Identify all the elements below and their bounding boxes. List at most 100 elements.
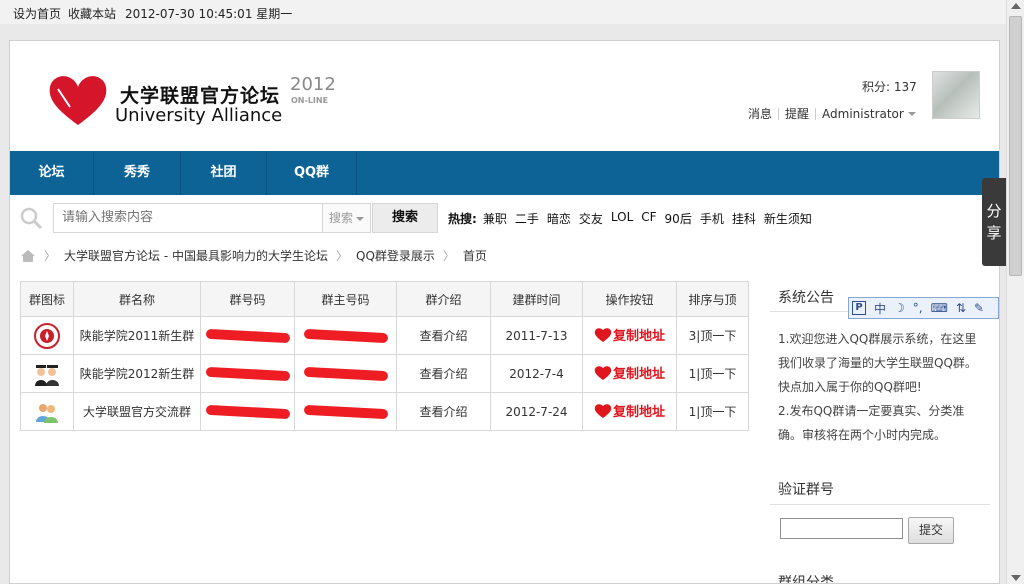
table-header-row: 群图标 群名称 群号码 群主号码 群介绍 建群时间 操作按钮 排序与顶 — [20, 281, 749, 317]
datetime-display: 2012-07-30 10:45:01 星期一 — [125, 7, 293, 21]
heart-icon — [594, 403, 612, 418]
ime-mode-toggle[interactable]: 中 — [874, 300, 886, 317]
redaction-mark — [205, 366, 290, 382]
nav-item-show[interactable]: 秀秀 — [94, 151, 181, 195]
hot-keyword[interactable]: 暗恋 — [547, 210, 571, 227]
breadcrumb-qq-groups[interactable]: QQ群登录展示 — [356, 247, 435, 264]
user-score: 积分: 137 — [862, 80, 917, 94]
messages-link[interactable]: 消息 — [748, 105, 772, 122]
view-intro-link[interactable]: 查看介绍 — [396, 316, 491, 355]
divider — [815, 107, 817, 120]
search-input[interactable] — [62, 210, 322, 225]
heart-icon — [594, 327, 612, 342]
username-menu[interactable]: Administrator — [822, 107, 916, 121]
search-box — [53, 203, 323, 233]
hot-keyword[interactable]: 二手 — [515, 210, 539, 227]
rank-upvote[interactable]: 1|顶一下 — [676, 392, 749, 431]
copy-address-label: 复制地址 — [612, 329, 665, 345]
logo-year: 2012 — [290, 74, 336, 95]
copy-address-label: 复制地址 — [612, 367, 665, 383]
username-label: Administrator — [822, 106, 904, 121]
wrench-icon[interactable]: ✎ — [974, 301, 984, 315]
scrollbar-thumb[interactable] — [1009, 16, 1022, 276]
group-name: 陕能学院2012新生群 — [73, 354, 201, 393]
table-row: 大学联盟官方交流群 查看介绍 2012-7-24 复制地址 1|顶一下 — [20, 392, 749, 431]
copy-address-button[interactable]: 复制地址 — [594, 325, 665, 344]
main-nav: 论坛 秀秀 社团 QQ群 — [10, 151, 999, 195]
group-name: 大学联盟官方交流群 — [73, 392, 201, 431]
verify-title: 验证群号 — [778, 482, 834, 498]
redaction-mark — [303, 404, 388, 420]
hot-search-label: 热搜: — [448, 212, 477, 226]
heart-logo-icon[interactable] — [48, 73, 108, 127]
created-date: 2012-7-24 — [490, 392, 583, 431]
browser-top-bar: 设为首页 收藏本站 2012-07-30 10:45:01 星期一 — [0, 0, 1006, 24]
col-rank: 排序与顶 — [676, 281, 749, 317]
redaction-mark — [205, 328, 290, 344]
copy-address-button[interactable]: 复制地址 — [594, 363, 665, 382]
redaction-mark — [303, 366, 388, 382]
col-owner-number: 群主号码 — [294, 281, 397, 317]
heart-icon — [594, 365, 612, 380]
notice-item: 2.发布QQ群请一定要真实、分类准确。审核将在两个小时内完成。 — [778, 404, 965, 442]
share-tab[interactable]: 分享 — [982, 178, 1006, 266]
nav-item-club[interactable]: 社团 — [181, 151, 267, 195]
split-icon[interactable]: ⇅ — [956, 301, 966, 315]
col-actions: 操作按钮 — [582, 281, 677, 317]
ime-logo-icon[interactable]: P — [852, 301, 866, 315]
keyboard-icon[interactable]: ⌨ — [931, 301, 948, 315]
redaction-mark — [205, 404, 290, 420]
breadcrumb-forum[interactable]: 大学联盟官方论坛 - 中国最具影响力的大学生论坛 — [64, 247, 328, 264]
notice-title: 系统公告 — [778, 290, 834, 306]
logo-online-tag: ON-LINE — [291, 96, 329, 105]
rank-upvote[interactable]: 1|顶一下 — [676, 354, 749, 393]
view-intro-link[interactable]: 查看介绍 — [396, 392, 491, 431]
scroll-up-icon[interactable] — [1011, 3, 1021, 9]
created-date: 2012-7-4 — [490, 354, 583, 393]
set-homepage-link[interactable]: 设为首页 — [13, 5, 61, 22]
hot-keyword[interactable]: 手机 — [700, 210, 724, 227]
submit-button[interactable]: 提交 — [908, 517, 954, 544]
divider — [770, 504, 990, 505]
chevron-down-icon — [356, 216, 365, 221]
chevron-right-icon: 〉 — [442, 249, 455, 263]
hot-keyword[interactable]: LOL — [611, 210, 633, 227]
vertical-scrollbar[interactable] — [1006, 0, 1024, 584]
hot-keyword[interactable]: 交友 — [579, 210, 603, 227]
hot-keyword[interactable]: 挂科 — [732, 210, 756, 227]
search-icon — [20, 207, 42, 229]
scroll-down-icon[interactable] — [1011, 575, 1021, 581]
search-scope-label: 搜索 — [329, 211, 354, 225]
chevron-right-icon: 〉 — [335, 249, 348, 263]
notice-body: 1.欢迎您进入QQ群展示系统，在这里我们收录了海量的大学生联盟QQ群。快点加入属… — [778, 327, 988, 447]
punctuation-icon[interactable]: °, — [913, 301, 923, 315]
bookmark-site-link[interactable]: 收藏本站 — [68, 5, 116, 22]
chevron-down-icon — [907, 112, 916, 116]
hot-keyword[interactable]: 90后 — [665, 210, 692, 227]
notice-item: 1.欢迎您进入QQ群展示系统，在这里我们收录了海量的大学生联盟QQ群。快点加入属… — [778, 332, 977, 394]
qq-group-table: 群图标 群名称 群号码 群主号码 群介绍 建群时间 操作按钮 排序与顶 陕能学院… — [20, 281, 749, 431]
breadcrumb-home: 首页 — [462, 249, 487, 263]
view-intro-link[interactable]: 查看介绍 — [396, 354, 491, 393]
search-button[interactable]: 搜索 — [372, 203, 438, 233]
user-links: 消息 提醒 Administrator — [748, 105, 916, 122]
group-name: 陕能学院2011新生群 — [73, 316, 201, 355]
reminders-link[interactable]: 提醒 — [785, 105, 809, 122]
nav-item-forum[interactable]: 论坛 — [10, 151, 94, 195]
hot-keyword[interactable]: 兼职 — [483, 210, 507, 227]
rank-upvote[interactable]: 3|顶一下 — [676, 316, 749, 355]
home-icon[interactable] — [20, 249, 36, 263]
col-group-number: 群号码 — [200, 281, 295, 317]
hot-keyword[interactable]: 新生须知 — [764, 210, 812, 227]
search-scope-select[interactable]: 搜索 — [323, 203, 371, 233]
nav-item-qq-group[interactable]: QQ群 — [267, 151, 357, 195]
category-title: 群组分类 — [778, 575, 834, 584]
verify-group-input[interactable] — [780, 518, 903, 539]
avatar[interactable] — [932, 71, 980, 119]
copy-address-button[interactable]: 复制地址 — [594, 401, 665, 420]
col-intro: 群介绍 — [396, 281, 491, 317]
col-name: 群名称 — [73, 281, 201, 317]
col-created: 建群时间 — [490, 281, 583, 317]
moon-icon[interactable]: ☽ — [894, 301, 905, 315]
hot-keyword[interactable]: CF — [641, 210, 656, 227]
